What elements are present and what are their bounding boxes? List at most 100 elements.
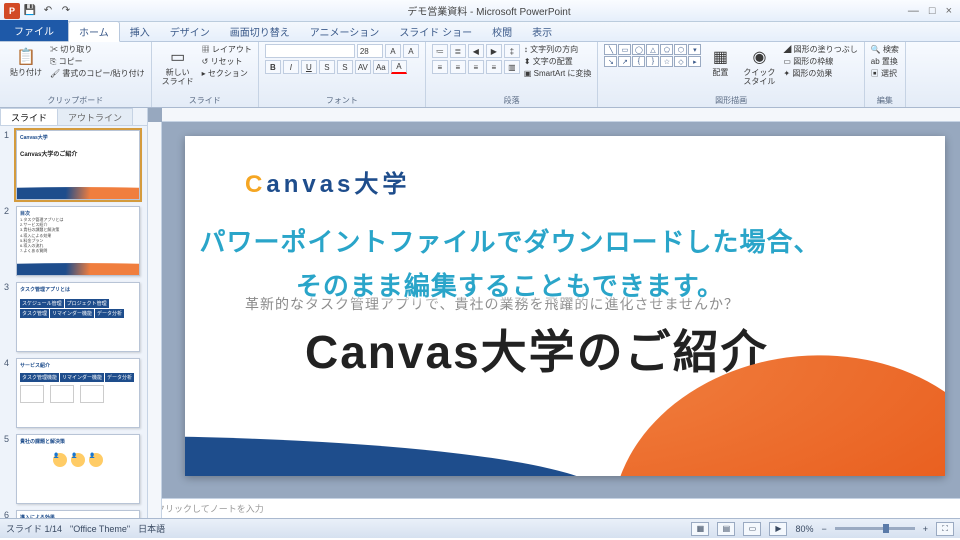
group-font: 28 A A B I U S Ѕ AV Aa A フォント xyxy=(259,42,426,107)
copy-button[interactable]: ⎘ コピー xyxy=(50,56,83,67)
ribbon: 📋 貼り付け ✂ 切り取り ⎘ コピー 🖌 書式のコピー/貼り付け クリップボー… xyxy=(0,42,960,108)
view-normal-button[interactable]: ▦ xyxy=(691,522,709,536)
thumbnail-list[interactable]: 1 Canvas大学 Canvas大学のご紹介 2 目次 1.タスク管理アプリと… xyxy=(0,126,147,518)
zoom-out-button[interactable]: − xyxy=(821,524,826,534)
window-controls: — □ × xyxy=(900,5,960,17)
window-title: デモ営業資料 - Microsoft PowerPoint xyxy=(78,3,900,18)
find-button[interactable]: 🔍 検索 xyxy=(871,44,899,55)
paste-icon: 📋 xyxy=(15,46,37,68)
font-size-select[interactable]: 28 xyxy=(357,44,383,58)
new-slide-icon: ▭ xyxy=(167,46,189,68)
layout-button[interactable]: ▦ レイアウト xyxy=(202,44,252,55)
tab-insert[interactable]: 挿入 xyxy=(120,22,160,41)
new-slide-button[interactable]: ▭ 新しい スライド xyxy=(158,44,198,89)
slide-wave-blue xyxy=(185,436,605,476)
redo-icon[interactable]: ↷ xyxy=(58,3,74,19)
zoom-slider[interactable] xyxy=(835,527,915,530)
strike-button[interactable]: S xyxy=(319,60,335,74)
tab-transitions[interactable]: 画面切り替え xyxy=(220,22,300,41)
view-sorter-button[interactable]: ▤ xyxy=(717,522,735,536)
tab-slideshow[interactable]: スライド ショー xyxy=(389,22,482,41)
align-left-button[interactable]: ≡ xyxy=(432,60,448,74)
text-direction-button[interactable]: ↕ 文字列の方向 xyxy=(524,44,592,55)
thumbnail[interactable]: 5 貴社の課題と解決策 👤 👤 👤 xyxy=(4,434,143,504)
status-language[interactable]: 日本語 xyxy=(138,522,165,535)
minimize-button[interactable]: — xyxy=(908,5,919,17)
thumbnail[interactable]: 3 タスク管理アプリとは スケジュール管理 プロジェクト管理 タスク管理 リマイ… xyxy=(4,282,143,352)
slide-canvas[interactable]: Canvas大学 革新的なタスク管理アプリで、貴社の業務を飛躍的に進化させません… xyxy=(185,136,945,476)
justify-button[interactable]: ≡ xyxy=(486,60,502,74)
tab-animations[interactable]: アニメーション xyxy=(300,22,390,41)
case-button[interactable]: Aa xyxy=(373,60,389,74)
thumbnail[interactable]: 1 Canvas大学 Canvas大学のご紹介 xyxy=(4,130,143,200)
shape-effects-button[interactable]: ✦ 図形の効果 xyxy=(783,68,857,79)
status-slide-count: スライド 1/14 xyxy=(6,522,62,535)
panel-tab-outline[interactable]: アウトライン xyxy=(57,108,133,125)
smartart-button[interactable]: ▣ SmartArt に変換 xyxy=(524,68,592,79)
tab-file[interactable]: ファイル xyxy=(0,20,68,41)
arrange-button[interactable]: ▦ 配置 xyxy=(705,44,735,80)
slide-editor: Canvas大学 革新的なタスク管理アプリで、貴社の業務を飛躍的に進化させません… xyxy=(148,108,960,518)
section-button[interactable]: ▸ セクション xyxy=(202,68,248,79)
fit-to-window-button[interactable]: ⛶ xyxy=(936,522,954,536)
slide-logo[interactable]: Canvas大学 xyxy=(245,164,410,199)
align-right-button[interactable]: ≡ xyxy=(468,60,484,74)
numbering-button[interactable]: ≣ xyxy=(450,44,466,58)
canvas-area[interactable]: Canvas大学 革新的なタスク管理アプリで、貴社の業務を飛躍的に進化させません… xyxy=(148,122,960,498)
tab-home[interactable]: ホーム xyxy=(68,21,120,42)
group-clipboard: 📋 貼り付け ✂ 切り取り ⎘ コピー 🖌 書式のコピー/貼り付け クリップボー… xyxy=(0,42,152,107)
notes-pane[interactable]: クリックしてノートを入力 xyxy=(148,498,960,518)
view-reading-button[interactable]: ▭ xyxy=(743,522,761,536)
thumbnail[interactable]: 2 目次 1.タスク管理アプリとは2.サービス紹介3.貴社の課題と解決策 4.導… xyxy=(4,206,143,276)
close-button[interactable]: × xyxy=(946,5,952,17)
shapes-gallery[interactable]: ╲▭◯△⬠⬡▾ ↘↗{}☆◇▸ xyxy=(604,44,701,67)
save-icon[interactable]: 💾 xyxy=(22,3,38,19)
slide-title[interactable]: Canvas大学のご紹介 xyxy=(305,316,769,382)
view-slideshow-button[interactable]: ▶ xyxy=(769,522,787,536)
indent-button[interactable]: ▶ xyxy=(486,44,502,58)
shape-outline-button[interactable]: ▭ 図形の枠線 xyxy=(783,56,857,67)
grow-font-button[interactable]: A xyxy=(385,44,401,58)
thumbnail[interactable]: 4 サービス紹介 タスク管理機能 リマインダー機能 データ分析 xyxy=(4,358,143,428)
reset-button[interactable]: ↺ リセット xyxy=(202,56,243,67)
line-spacing-button[interactable]: ‡ xyxy=(504,44,520,58)
arrange-icon: ▦ xyxy=(709,46,731,68)
outdent-button[interactable]: ◀ xyxy=(468,44,484,58)
quick-access-toolbar: P 💾 ↶ ↷ xyxy=(0,3,78,19)
group-editing: 🔍 検索 ab 置換 ▣ 選択 編集 xyxy=(865,42,906,107)
slide-panel: スライド アウトライン 1 Canvas大学 Canvas大学のご紹介 2 目次… xyxy=(0,108,148,518)
paste-button[interactable]: 📋 貼り付け xyxy=(6,44,46,80)
columns-button[interactable]: ▥ xyxy=(504,60,520,74)
align-center-button[interactable]: ≡ xyxy=(450,60,466,74)
font-color-button[interactable]: A xyxy=(391,60,407,74)
shrink-font-button[interactable]: A xyxy=(403,44,419,58)
tab-view[interactable]: 表示 xyxy=(522,22,562,41)
replace-button[interactable]: ab 置換 xyxy=(871,56,899,67)
zoom-in-button[interactable]: + xyxy=(923,524,928,534)
panel-tabs: スライド アウトライン xyxy=(0,108,147,126)
italic-button[interactable]: I xyxy=(283,60,299,74)
panel-tab-slides[interactable]: スライド xyxy=(0,108,58,125)
tab-design[interactable]: デザイン xyxy=(160,22,220,41)
maximize-button[interactable]: □ xyxy=(929,5,936,17)
group-drawing: ╲▭◯△⬠⬡▾ ↘↗{}☆◇▸ ▦ 配置 ◉ クイック スタイル ◢ 図形の塗り… xyxy=(598,42,864,107)
spacing-button[interactable]: AV xyxy=(355,60,371,74)
bold-button[interactable]: B xyxy=(265,60,281,74)
shape-fill-button[interactable]: ◢ 図形の塗りつぶし xyxy=(783,44,857,55)
align-text-button[interactable]: ⬍ 文字の配置 xyxy=(524,56,592,67)
zoom-level: 80% xyxy=(795,524,813,534)
thumbnail[interactable]: 6 導入による効果 xyxy=(4,510,143,518)
quick-styles-button[interactable]: ◉ クイック スタイル xyxy=(739,44,779,89)
bullets-button[interactable]: ≔ xyxy=(432,44,448,58)
slide-subtitle[interactable]: 革新的なタスク管理アプリで、貴社の業務を飛躍的に進化させませんか？ xyxy=(245,294,739,314)
select-button[interactable]: ▣ 選択 xyxy=(871,68,899,79)
status-bar: スライド 1/14 "Office Theme" 日本語 ▦ ▤ ▭ ▶ 80%… xyxy=(0,518,960,538)
underline-button[interactable]: U xyxy=(301,60,317,74)
workspace: スライド アウトライン 1 Canvas大学 Canvas大学のご紹介 2 目次… xyxy=(0,108,960,518)
shadow-button[interactable]: Ѕ xyxy=(337,60,353,74)
tab-review[interactable]: 校閲 xyxy=(482,22,522,41)
undo-icon[interactable]: ↶ xyxy=(40,3,56,19)
format-painter-button[interactable]: 🖌 書式のコピー/貼り付け xyxy=(50,68,145,79)
cut-button[interactable]: ✂ 切り取り xyxy=(50,44,92,55)
font-family-select[interactable] xyxy=(265,44,355,58)
